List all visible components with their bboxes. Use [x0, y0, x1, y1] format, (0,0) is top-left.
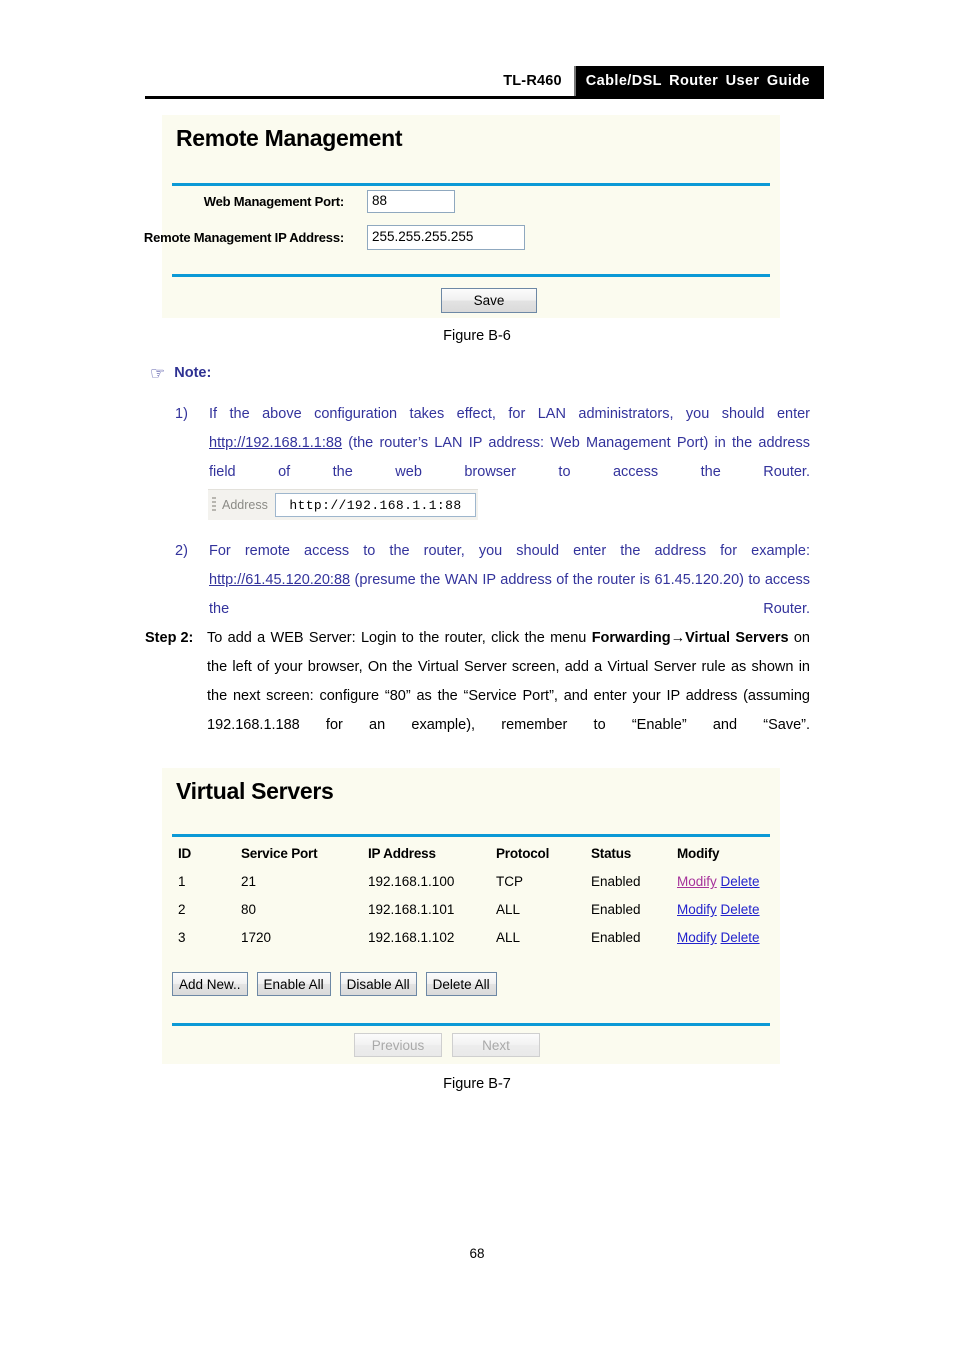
browser-address-bar: Address http://192.168.1.1:88	[208, 489, 478, 520]
note-item-2-number: 2)	[175, 543, 188, 559]
row-2-service-port: 80	[241, 902, 257, 917]
step-2-text-part1: To add a WEB Server: Login to the router…	[207, 630, 592, 646]
pointing-hand-icon: ☞	[150, 364, 166, 383]
row-2-status: Enabled	[591, 902, 641, 917]
note-item-1-link[interactable]: http://192.168.1.1:88	[209, 435, 342, 451]
column-header-id: ID	[178, 846, 192, 861]
row-1-status: Enabled	[591, 874, 641, 889]
remote-management-ip-label: Remote Management IP Address:	[143, 230, 344, 245]
add-new-button[interactable]: Add New..	[172, 972, 248, 996]
web-management-port-label: Web Management Port:	[203, 194, 344, 209]
note-item-1-number: 1)	[175, 406, 188, 422]
step-2-label: Step 2:	[145, 630, 194, 646]
header-title: Cable/DSL Router User Guide	[573, 66, 824, 96]
column-header-status: Status	[591, 846, 632, 861]
column-header-protocol: Protocol	[496, 846, 550, 861]
note-item-1-text-before: If the above configuration takes effect,…	[209, 406, 810, 422]
row-3-delete-link[interactable]: Delete	[721, 930, 760, 945]
panel-title-remote-management: Remote Management	[176, 125, 403, 151]
table-header-row: ID Service Port IP Address Protocol Stat…	[162, 846, 780, 874]
header-model: TL-R460	[503, 66, 574, 96]
web-management-port-input[interactable]: 88	[367, 190, 455, 213]
panel-title-virtual-servers: Virtual Servers	[176, 778, 334, 804]
virtual-servers-action-buttons: Add New.. Enable All Disable All Delete …	[172, 972, 497, 996]
remote-management-ip-input[interactable]: 255.255.255.255	[367, 225, 525, 250]
web-management-port-row: Web Management Port: 88	[14, 190, 455, 213]
row-1-ip-address: 192.168.1.100	[368, 874, 455, 889]
row-1-id: 1	[178, 874, 186, 889]
row-2-ip-address: 192.168.1.101	[368, 902, 455, 917]
row-3-ip-address: 192.168.1.102	[368, 930, 455, 945]
figure-caption-b6: Figure B-6	[443, 328, 511, 344]
table-row: 1 21 192.168.1.100 TCP Enabled Modify De…	[162, 874, 780, 902]
step-2-paragraph: Step 2: To add a WEB Server: Login to th…	[145, 624, 810, 769]
address-bar-label: Address	[222, 498, 268, 512]
enable-all-button[interactable]: Enable All	[256, 972, 331, 996]
row-2-modify-link[interactable]: Modify	[677, 902, 717, 917]
delete-all-button[interactable]: Delete All	[425, 972, 497, 996]
note-heading: ☞ Note:	[150, 364, 212, 383]
row-2-delete-link[interactable]: Delete	[721, 902, 760, 917]
row-3-modify-link[interactable]: Modify	[677, 930, 717, 945]
row-1-modify-cell: Modify Delete	[677, 874, 780, 902]
row-3-modify-cell: Modify Delete	[677, 930, 780, 958]
row-2-id: 2	[178, 902, 186, 917]
address-bar-input[interactable]: http://192.168.1.1:88	[274, 493, 476, 517]
remote-management-ip-row: Remote Management IP Address: 255.255.25…	[14, 225, 525, 250]
header-divider	[145, 96, 824, 99]
panel-divider-bottom	[172, 274, 770, 277]
step-2-body: To add a WEB Server: Login to the router…	[207, 624, 810, 769]
row-3-protocol: ALL	[496, 930, 521, 945]
column-header-ip-address: IP Address	[368, 846, 436, 861]
column-header-service-port: Service Port	[241, 846, 318, 861]
virtual-servers-pager: Previous Next	[354, 1033, 540, 1057]
save-button[interactable]: Save	[441, 288, 537, 313]
row-1-protocol: TCP	[496, 874, 523, 889]
disable-all-button[interactable]: Disable All	[339, 972, 417, 996]
row-2-modify-cell: Modify Delete	[677, 902, 780, 930]
previous-button[interactable]: Previous	[354, 1033, 442, 1057]
row-3-id: 3	[178, 930, 186, 945]
row-1-modify-link[interactable]: Modify	[677, 874, 717, 889]
vs-panel-divider-bottom	[172, 1023, 770, 1026]
figure-caption-b7: Figure B-7	[443, 1076, 511, 1092]
note-item-2-text-before: For remote access to the router, you sho…	[209, 543, 810, 559]
next-button[interactable]: Next	[452, 1033, 540, 1057]
vs-panel-divider-top	[172, 834, 770, 837]
step-2-menu-path: Forwarding→Virtual Servers	[591, 630, 789, 646]
virtual-servers-panel: Virtual Servers ID Service Port IP Addre…	[162, 768, 780, 1064]
row-3-status: Enabled	[591, 930, 641, 945]
row-1-service-port: 21	[241, 874, 257, 889]
note-item-2-link[interactable]: http://61.45.120.20:88	[209, 572, 350, 588]
column-header-modify: Modify	[677, 846, 720, 861]
table-row: 2 80 192.168.1.101 ALL Enabled Modify De…	[162, 902, 780, 930]
table-row: 3 1720 192.168.1.102 ALL Enabled Modify …	[162, 930, 780, 958]
document-header: TL-R460 Cable/DSL Router User Guide	[145, 66, 824, 96]
note-label: Note:	[174, 364, 212, 381]
row-2-protocol: ALL	[496, 902, 521, 917]
page-number: 68	[469, 1246, 485, 1261]
virtual-servers-table: ID Service Port IP Address Protocol Stat…	[162, 846, 780, 958]
row-1-delete-link[interactable]: Delete	[721, 874, 760, 889]
row-3-service-port: 1720	[241, 930, 272, 945]
panel-divider-top	[172, 183, 770, 186]
